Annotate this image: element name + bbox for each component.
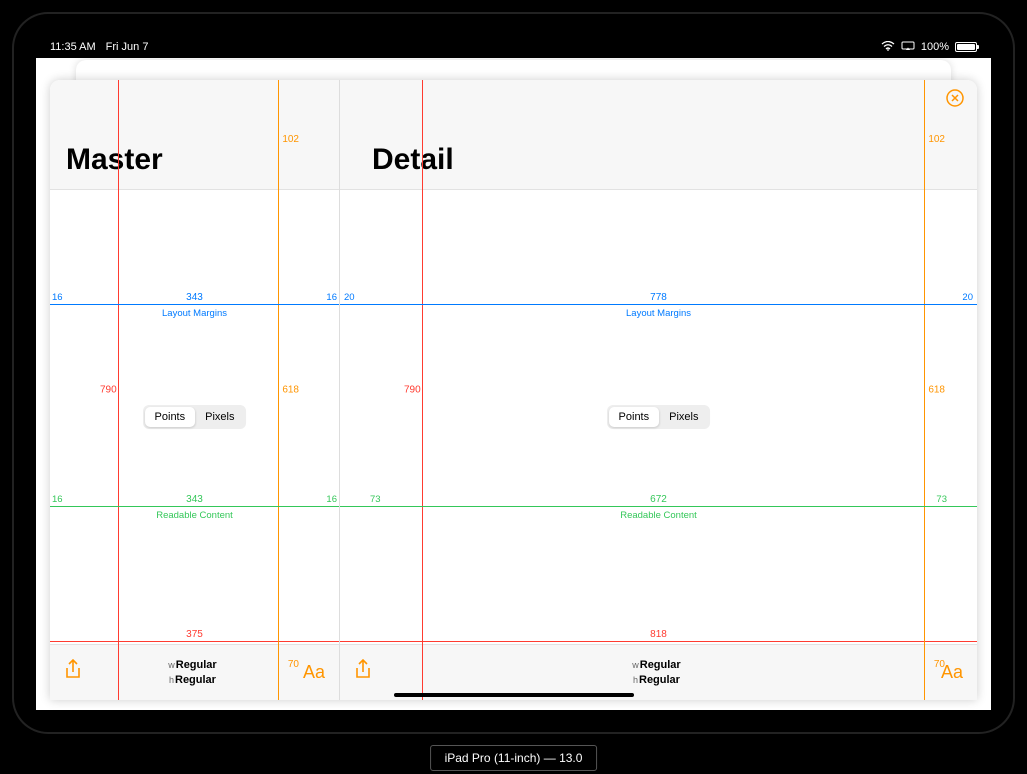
airplay-icon	[901, 41, 915, 54]
status-bar: 11:35 AM Fri Jun 7 100%	[36, 36, 991, 58]
master-navbar: Master	[50, 80, 339, 190]
seg-pixels[interactable]: Pixels	[659, 407, 708, 427]
detail-unit-segment[interactable]: Points Pixels	[607, 405, 711, 429]
detail-toolbar: wRegular hRegular Aa	[340, 644, 977, 700]
master-title: Master	[66, 143, 163, 177]
screen: 11:35 AM Fri Jun 7 100%	[36, 36, 991, 710]
app-sheet: Master Points Pixels wRegular	[50, 80, 977, 700]
wifi-icon	[881, 41, 895, 54]
detail-rc-line	[340, 506, 977, 507]
device-frame: 11:35 AM Fri Jun 7 100%	[12, 12, 1015, 734]
time-label: 11:35 AM	[50, 41, 96, 53]
master-pane: Master Points Pixels wRegular	[50, 80, 340, 700]
detail-width-line	[340, 641, 977, 642]
split-view: Master Points Pixels wRegular	[50, 80, 977, 700]
battery-pct-label: 100%	[921, 41, 949, 53]
master-content: Points Pixels	[50, 190, 339, 644]
detail-sizeclass: wRegular hRegular	[632, 658, 680, 687]
detail-content: Points Pixels	[340, 190, 977, 644]
date-label: Fri Jun 7	[106, 41, 149, 53]
seg-pixels[interactable]: Pixels	[195, 407, 244, 427]
battery-icon	[955, 42, 977, 52]
seg-points[interactable]: Points	[145, 407, 196, 427]
close-button[interactable]	[945, 88, 965, 112]
master-sizeclass: wRegular hRegular	[168, 658, 216, 687]
master-fullheight-line	[118, 80, 119, 700]
font-button[interactable]: Aa	[941, 662, 963, 683]
device-label: iPad Pro (11-inch) — 13.0	[430, 745, 598, 771]
master-toolbar: wRegular hRegular Aa	[50, 644, 339, 700]
master-lm-line	[50, 304, 339, 305]
detail-lm-line	[340, 304, 977, 305]
home-indicator	[394, 693, 634, 697]
master-safeheight-line	[278, 80, 279, 700]
detail-title: Detail	[372, 143, 454, 177]
detail-navbar: Detail	[340, 80, 977, 190]
detail-safeheight-line	[924, 80, 925, 700]
seg-points[interactable]: Points	[609, 407, 660, 427]
share-icon[interactable]	[64, 659, 82, 686]
detail-pane: Detail Points Pixels wRegular	[340, 80, 977, 700]
share-icon[interactable]	[354, 659, 372, 686]
detail-fullheight-line	[422, 80, 423, 700]
master-rc-line	[50, 506, 339, 507]
master-unit-segment[interactable]: Points Pixels	[143, 405, 247, 429]
font-button[interactable]: Aa	[303, 662, 325, 683]
master-width-line	[50, 641, 339, 642]
